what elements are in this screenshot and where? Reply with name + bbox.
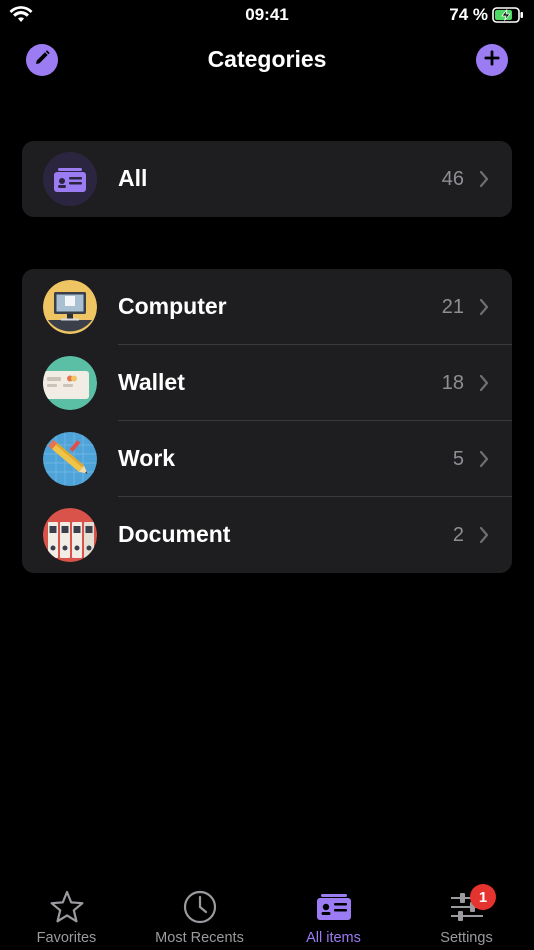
settings-sliders-icon bbox=[400, 890, 533, 924]
category-row-computer[interactable]: Computer 21 bbox=[22, 269, 512, 345]
category-label: Document bbox=[118, 521, 231, 547]
tab-favorites[interactable]: Favorites bbox=[0, 878, 133, 950]
nav-bar: Categories bbox=[0, 36, 534, 84]
battery-icon bbox=[492, 7, 524, 28]
clock-icon bbox=[133, 890, 266, 924]
category-label: All bbox=[118, 165, 148, 191]
id-card-icon bbox=[43, 152, 97, 206]
page-title: Categories bbox=[207, 46, 327, 72]
star-icon bbox=[0, 890, 133, 924]
battery-percentage: 74 % bbox=[449, 5, 488, 24]
chevron-right-icon bbox=[479, 170, 489, 193]
tab-label: Most Recents bbox=[155, 930, 244, 946]
id-card-icon bbox=[267, 890, 400, 924]
tab-label: Favorites bbox=[36, 930, 97, 946]
add-category-button[interactable] bbox=[476, 44, 508, 76]
wallet-icon bbox=[43, 356, 97, 410]
category-row-work[interactable]: Work 5 bbox=[22, 421, 512, 497]
document-icon bbox=[43, 508, 97, 562]
tab-label: Settings bbox=[440, 930, 493, 946]
category-row-all[interactable]: All 46 bbox=[22, 141, 512, 217]
category-label: Work bbox=[118, 445, 176, 471]
category-row-wallet[interactable]: Wallet 18 bbox=[22, 345, 512, 421]
category-label: Computer bbox=[118, 293, 227, 319]
all-items-card: All 46 bbox=[22, 141, 512, 217]
category-count: 2 bbox=[452, 524, 464, 546]
category-count: 21 bbox=[441, 296, 464, 318]
tab-bar: Favorites Most Recents All items 1 Setti… bbox=[0, 878, 534, 950]
status-bar: 09:41 74 % bbox=[0, 0, 534, 30]
category-count: 46 bbox=[441, 168, 464, 190]
tab-all-items[interactable]: All items bbox=[267, 878, 400, 950]
chevron-right-icon bbox=[479, 450, 489, 473]
category-label: Wallet bbox=[118, 369, 185, 395]
category-count: 5 bbox=[452, 448, 464, 470]
tab-label: All items bbox=[306, 930, 361, 946]
categories-list-card: Computer 21 Wallet 18 Work 5 Document 2 bbox=[22, 269, 512, 573]
tab-settings[interactable]: 1 Settings bbox=[400, 878, 533, 950]
notification-badge: 1 bbox=[470, 884, 496, 910]
chevron-right-icon bbox=[479, 298, 489, 321]
tab-most-recents[interactable]: Most Recents bbox=[133, 878, 266, 950]
category-count: 18 bbox=[441, 372, 464, 394]
chevron-right-icon bbox=[479, 526, 489, 549]
category-row-document[interactable]: Document 2 bbox=[22, 497, 512, 573]
plus-icon bbox=[483, 49, 501, 72]
chevron-right-icon bbox=[479, 374, 489, 397]
work-icon bbox=[43, 432, 97, 486]
computer-icon bbox=[43, 280, 97, 334]
